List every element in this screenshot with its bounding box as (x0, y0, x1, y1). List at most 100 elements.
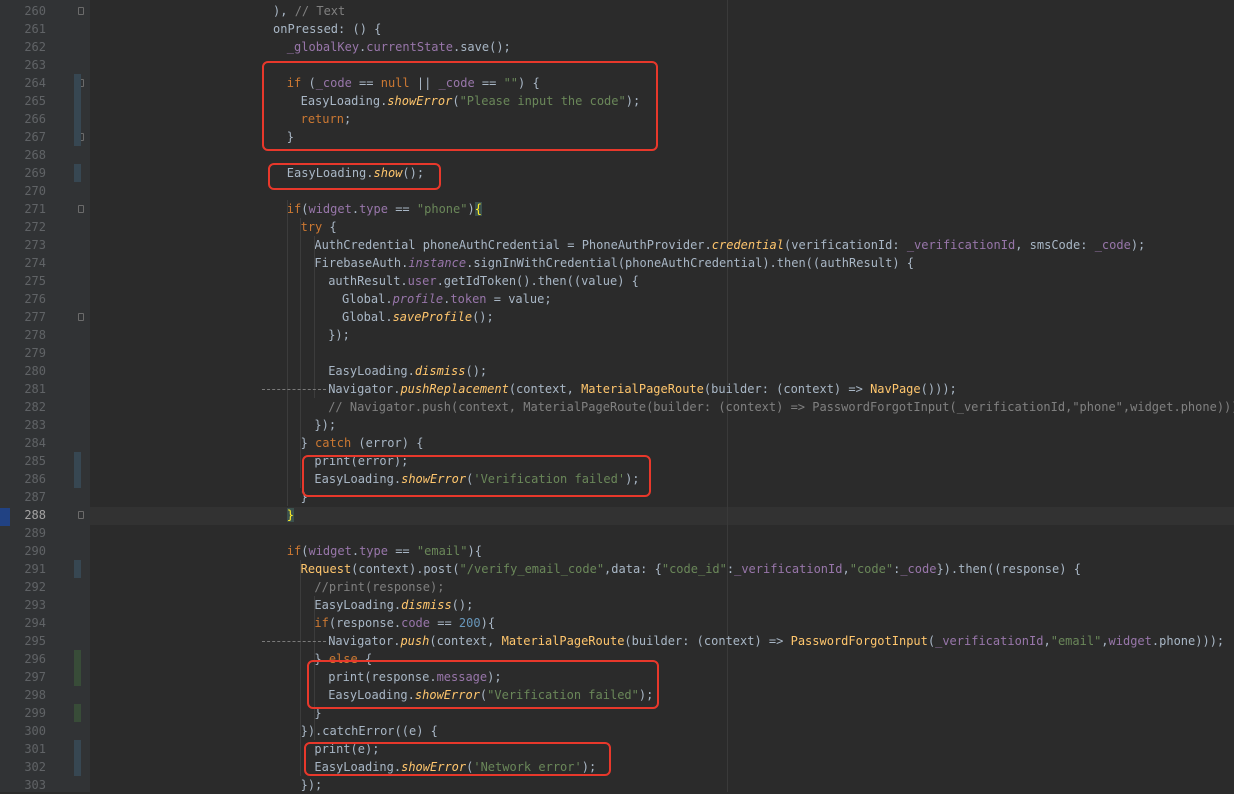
code-line[interactable]: Request(context).post("/verify_email_cod… (301, 560, 1081, 578)
code-line[interactable]: Global.profile.token = value; (342, 290, 552, 308)
line-number: 289 (24, 526, 46, 540)
code-token: _code (1094, 238, 1131, 252)
line-number: 266 (24, 112, 46, 126)
highlight-box (302, 455, 651, 497)
code-line[interactable]: ), // Text (273, 2, 345, 20)
vcs-change-marker[interactable] (74, 704, 81, 722)
code-line[interactable]: authResult.user.getIdToken().then((value… (328, 272, 639, 290)
code-line[interactable]: if(widget.type == "phone"){ (287, 200, 482, 218)
code-token: try (300, 220, 323, 234)
code-token: ), (273, 4, 295, 18)
code-line[interactable]: if(widget.type == "email"){ (287, 542, 482, 560)
line-number: 278 (24, 328, 46, 342)
vcs-change-marker[interactable] (74, 452, 81, 488)
indent-guide (300, 218, 301, 488)
line-number: 287 (24, 490, 46, 504)
code-token: pushReplacement (400, 382, 509, 396)
code-token: // Text (294, 4, 346, 18)
fold-toggle-icon[interactable] (78, 205, 84, 213)
code-token: }).then((response) { (936, 562, 1081, 576)
code-line[interactable]: } catch (error) { (301, 434, 424, 452)
vcs-change-marker[interactable] (74, 164, 81, 182)
code-token: , (1043, 634, 1051, 648)
fold-toggle-icon[interactable] (78, 7, 84, 15)
code-line[interactable]: }).catchError((e) { (301, 722, 438, 740)
highlight-box (304, 742, 611, 776)
code-token: (); (451, 598, 474, 612)
code-editor[interactable]: 260 261 262 263 264 265 266 267 268 269 270 271 272 2… (0, 0, 1234, 792)
code-line[interactable]: } (286, 506, 295, 524)
vcs-change-marker[interactable] (74, 740, 81, 776)
code-connector-line (262, 389, 326, 390)
code-line[interactable]: Navigator.push(context, MaterialPageRout… (328, 632, 1224, 650)
code-line[interactable]: EasyLoading.dismiss(); (328, 362, 487, 380)
code-token: (response. (328, 616, 402, 630)
line-number: 276 (24, 292, 46, 306)
fold-toggle-icon[interactable] (78, 313, 84, 321)
code-line[interactable]: Global.saveProfile(); (342, 308, 494, 326)
line-number: 264 (24, 76, 46, 90)
code-token: widget (308, 202, 352, 216)
code-line[interactable]: EasyLoading.dismiss(); (314, 596, 473, 614)
line-number: 291 (24, 562, 46, 576)
code-token: currentState (366, 40, 453, 54)
code-token: == (387, 544, 417, 558)
code-line[interactable]: // Navigator.push(context, MaterialPageR… (328, 398, 1234, 416)
line-number: 301 (24, 742, 46, 756)
code-line[interactable]: }); (301, 776, 323, 794)
code-token: widget (1108, 634, 1152, 648)
line-number: 268 (24, 148, 46, 162)
code-token: Request (300, 562, 352, 576)
code-line[interactable]: }); (328, 326, 350, 344)
code-token: FirebaseAuth. (314, 256, 409, 270)
code-line[interactable]: AuthCredential phoneAuthCredential = Pho… (314, 236, 1145, 254)
highlight-box (262, 61, 658, 151)
code-token: . (351, 202, 360, 216)
code-token: token (450, 292, 487, 306)
vcs-change-marker[interactable] (74, 560, 81, 578)
code-token: code (401, 616, 430, 630)
line-number: 303 (24, 778, 46, 792)
code-line[interactable]: onPressed: () { (273, 20, 381, 38)
line-number-gutter[interactable]: 260 261 262 263 264 265 266 267 268 269 270 271 272 2… (10, 0, 90, 792)
code-token: if (286, 202, 302, 216)
code-token: _globalKey (286, 40, 360, 54)
code-token: ){ (480, 616, 496, 630)
line-number: 302 (24, 760, 46, 774)
code-token: { (474, 202, 482, 216)
code-token: saveProfile (392, 310, 473, 324)
code-line[interactable]: FirebaseAuth.instance.signInWithCredenti… (314, 254, 914, 272)
line-number: 279 (24, 346, 46, 360)
line-number: 281 (24, 382, 46, 396)
code-token: Global. (342, 310, 393, 324)
code-token: (error) { (351, 436, 424, 450)
code-line[interactable]: //print(response); (314, 578, 444, 596)
fold-toggle-icon[interactable] (78, 511, 84, 519)
current-line-marker (0, 508, 10, 526)
code-token: if (314, 616, 329, 630)
code-token: authResult. (328, 274, 408, 288)
code-token: .getIdToken().then((value) { (436, 274, 639, 288)
code-token: "email" (1050, 634, 1102, 648)
code-token: (context, (429, 634, 502, 648)
code-token: ())); (920, 382, 957, 396)
code-line[interactable]: try { (301, 218, 337, 236)
line-number: 262 (24, 40, 46, 54)
code-area[interactable]: ), // Text onPressed: () {_globalKey.curr… (90, 0, 1234, 792)
code-token: { (322, 220, 337, 234)
code-token: user (407, 274, 437, 288)
code-line[interactable]: _globalKey.currentState.save(); (287, 38, 511, 56)
vcs-change-marker[interactable] (74, 74, 81, 146)
line-number: 296 (24, 652, 46, 666)
vcs-change-marker[interactable] (74, 650, 81, 686)
code-token: MaterialPageRoute (501, 634, 625, 648)
code-token: . (351, 544, 360, 558)
code-line[interactable]: Navigator.pushReplacement(context, Mater… (328, 380, 957, 398)
line-number: 290 (24, 544, 46, 558)
code-token: }); (328, 328, 350, 342)
code-token: ,data: { (604, 562, 662, 576)
code-line[interactable]: }); (314, 416, 336, 434)
code-token: type (359, 202, 388, 216)
code-token: NavPage (870, 382, 921, 396)
code-line[interactable]: if(response.code == 200){ (314, 614, 495, 632)
